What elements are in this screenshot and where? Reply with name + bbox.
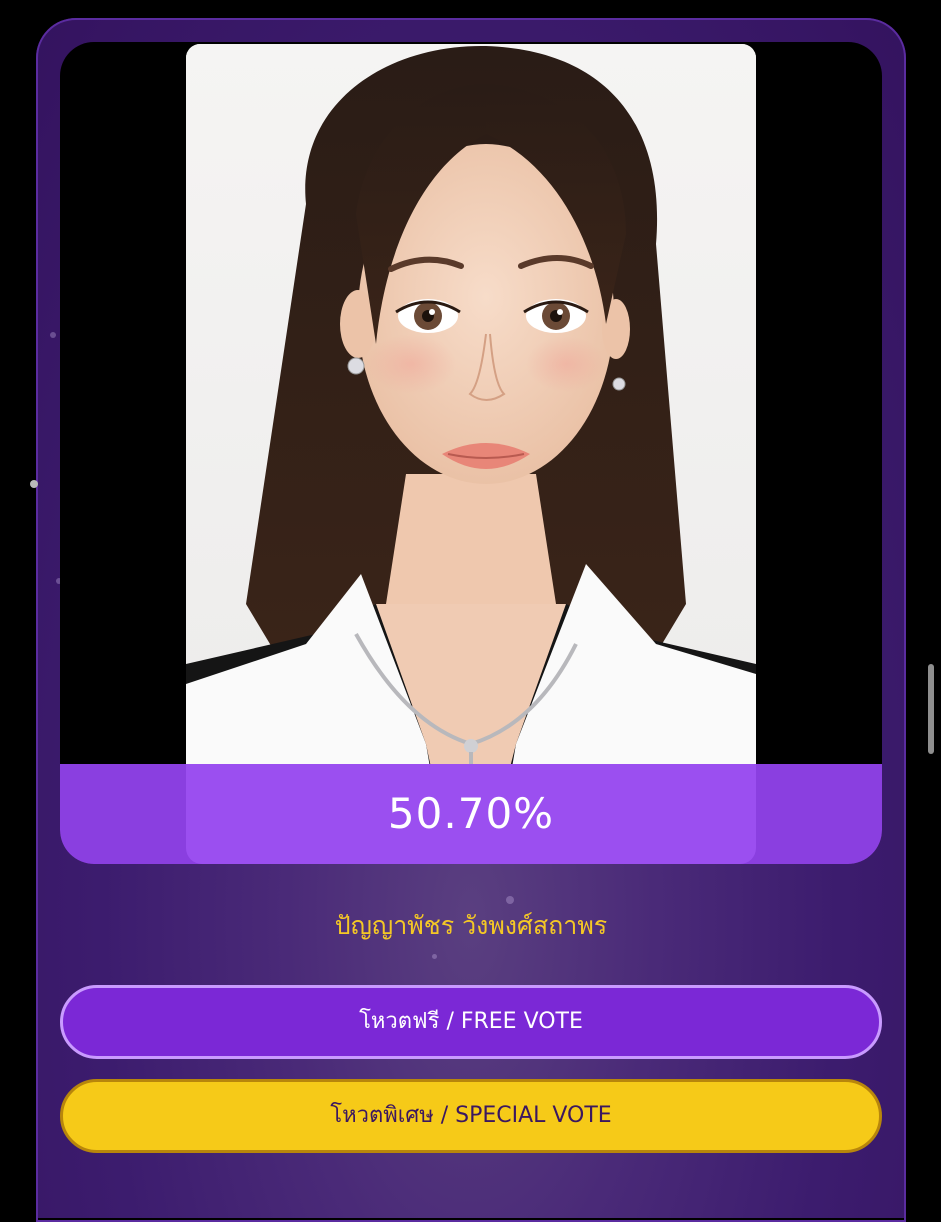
page-indicator-dot [30,480,38,488]
candidate-photo[interactable] [186,44,756,862]
decor-dot [432,954,437,959]
decor-dot [506,896,514,904]
photo-frame: 50.70% [60,42,882,864]
candidate-name: ปัญญาพัชร วังพงศ์สถาพร [334,911,608,940]
vote-card: 50.70% ปัญญาพัชร วังพงศ์สถาพร โหวตฟรี / … [36,18,906,1218]
free-vote-button[interactable]: โหวตฟรี / FREE VOTE [60,985,882,1059]
scrollbar-thumb[interactable] [928,664,934,754]
special-vote-button[interactable]: โหวตพิเศษ / SPECIAL VOTE [60,1079,882,1153]
vote-percentage-band: 50.70% [60,764,882,864]
decor-dot [50,332,56,338]
vote-percentage: 50.70% [387,789,555,838]
